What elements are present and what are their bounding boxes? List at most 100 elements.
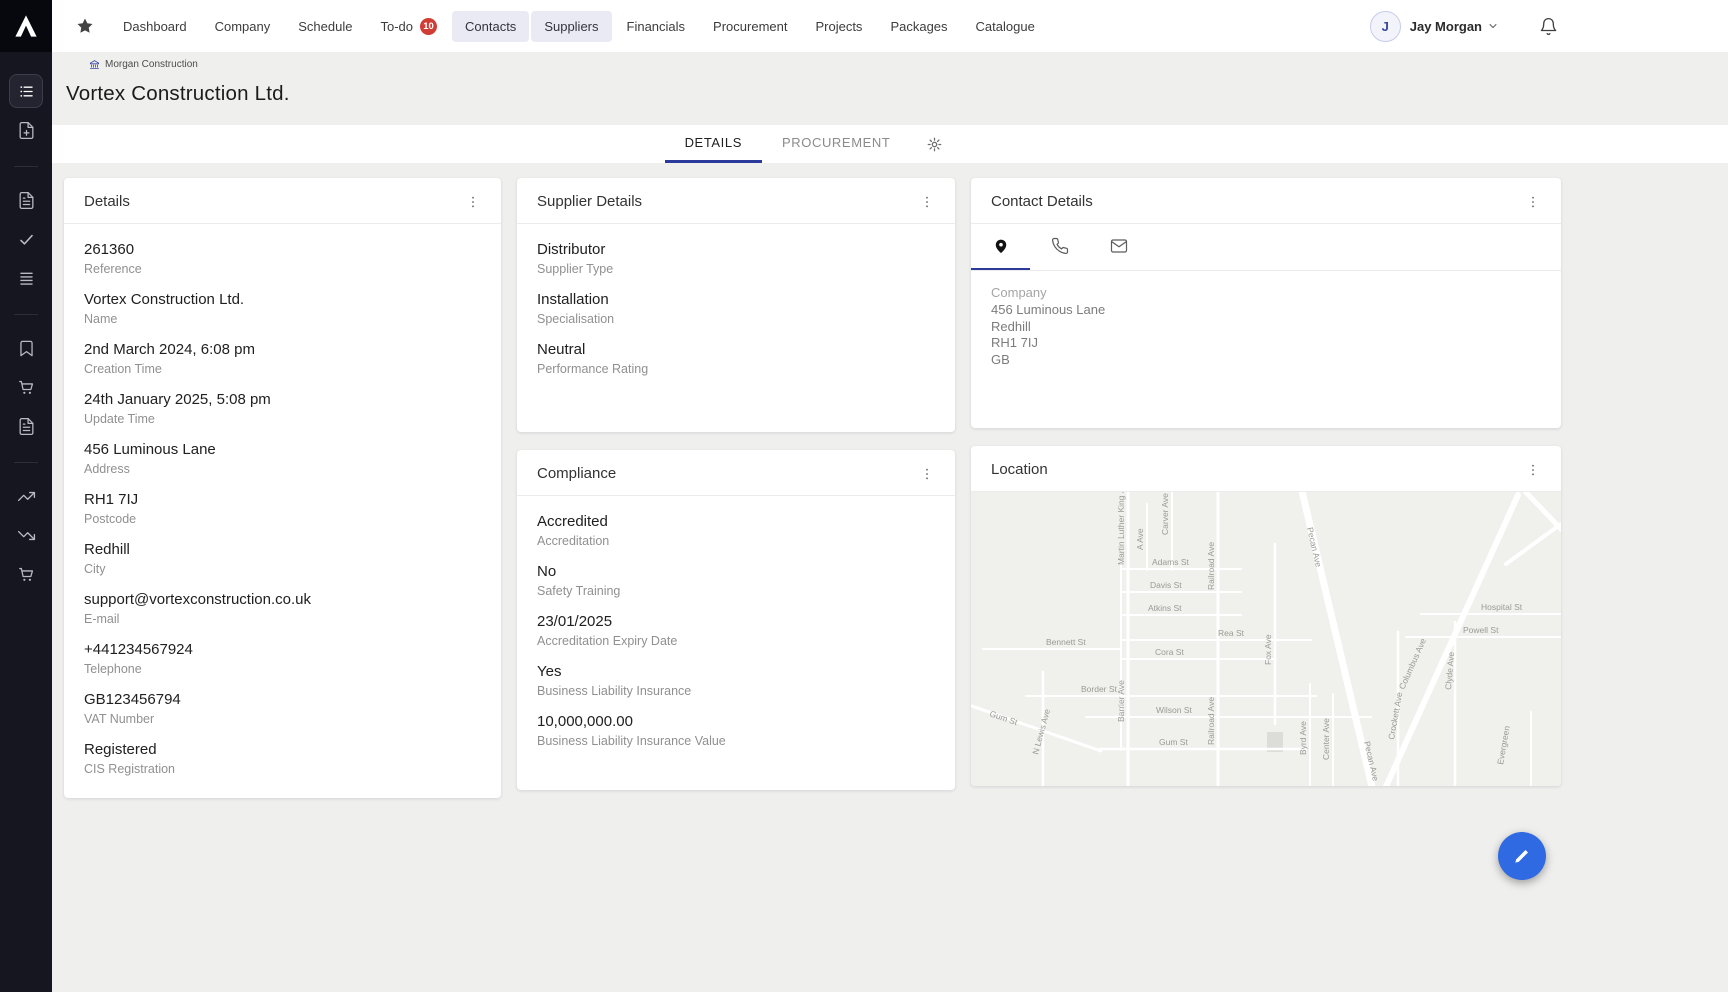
field-label: City: [84, 562, 481, 577]
nav-item-catalogue[interactable]: Catalogue: [963, 11, 1048, 42]
page-title: Vortex Construction Ltd.: [66, 82, 1728, 106]
sidebar-item-list[interactable]: [9, 74, 43, 108]
sidebar-item-trend-up[interactable]: [9, 479, 43, 513]
svg-text:Columbus Ave: Columbus Ave: [1397, 637, 1428, 691]
field-value: 10,000,000.00: [537, 712, 935, 731]
sidebar-item-check[interactable]: [9, 222, 43, 256]
svg-text:Adams St: Adams St: [1152, 557, 1189, 567]
field-accreditation: Accredited Accreditation: [537, 512, 935, 549]
contact-tab-location[interactable]: [971, 224, 1030, 270]
field-label: Reference: [84, 262, 481, 277]
contact-tab-mail[interactable]: [1089, 224, 1148, 270]
sidebar-item-document[interactable]: [9, 183, 43, 217]
svg-text:Fox Ave: Fox Ave: [1263, 634, 1273, 665]
supplier-fields: DistributorSupplier TypeInstallationSpec…: [517, 224, 955, 398]
bookmark-icon: [17, 339, 36, 358]
field-update-time: 24th January 2025, 5:08 pmUpdate Time: [84, 390, 481, 427]
app-logo[interactable]: [0, 0, 52, 52]
trend-down-icon: [17, 526, 36, 545]
card-title: Contact Details: [991, 193, 1093, 210]
nav-item-contacts[interactable]: Contacts: [452, 11, 529, 42]
nav-item-company[interactable]: Company: [202, 11, 284, 42]
user-name[interactable]: Jay Morgan: [1410, 19, 1482, 34]
kebab-menu-icon[interactable]: [911, 466, 943, 482]
sidebar-item-cart[interactable]: [9, 557, 43, 591]
breadcrumb[interactable]: Morgan Construction: [52, 52, 198, 70]
field-value: Registered: [84, 740, 481, 759]
svg-text:A Ave: A Ave: [1135, 528, 1145, 550]
field-label: Creation Time: [84, 362, 481, 377]
details-card: Details 261360ReferenceVortex Constructi…: [64, 178, 501, 798]
svg-text:Powell St: Powell St: [1463, 625, 1499, 635]
field-label: Accreditation Expiry Date: [537, 634, 935, 649]
sidebar-item-file-plus[interactable]: [9, 113, 43, 147]
kebab-menu-icon[interactable]: [911, 194, 943, 210]
sidebar-item-cart[interactable]: [9, 370, 43, 404]
field-label: E-mail: [84, 612, 481, 627]
cart-icon: [17, 378, 36, 397]
document-icon: [17, 417, 36, 436]
details-fields: 261360ReferenceVortex Construction Ltd.N…: [64, 224, 501, 798]
main-nav: Dashboard CompanyScheduleTo-do10 Contacts S…: [110, 10, 1048, 43]
sidebar-item-document[interactable]: [9, 409, 43, 443]
field-label: Telephone: [84, 662, 481, 677]
notifications-bell-icon[interactable]: [1539, 17, 1558, 36]
field-label: Supplier Type: [537, 262, 935, 277]
contact-address: Company 456 Luminous LaneRedhillRH1 7IJG…: [971, 271, 1561, 382]
map[interactable]: Pecan AvePecan AveColumbus AveRailroad A…: [971, 492, 1561, 786]
tab-settings-gear-icon[interactable]: [910, 125, 959, 163]
field-label: Performance Rating: [537, 362, 935, 377]
svg-text:Carver Ave: Carver Ave: [1160, 493, 1170, 535]
nav-item-label: Dashboard: [123, 19, 187, 34]
nav-item-packages[interactable]: Packages: [877, 11, 960, 42]
field-value: 456 Luminous Lane: [84, 440, 481, 459]
nav-item-financials[interactable]: Financials: [614, 11, 699, 42]
contact-heading: Company: [991, 285, 1541, 300]
file-plus-icon: [17, 121, 36, 140]
svg-text:Railroad Ave: Railroad Ave: [1206, 697, 1216, 745]
nav-item-to-do[interactable]: To-do10: [367, 10, 450, 43]
svg-text:Border St: Border St: [1081, 684, 1118, 694]
field-label: Specialisation: [537, 312, 935, 327]
nav-item-dashboard[interactable]: Dashboard: [110, 11, 200, 42]
field-name: Vortex Construction Ltd.Name: [84, 290, 481, 327]
kebab-menu-icon[interactable]: [457, 194, 489, 210]
sidebar-item-bookmark[interactable]: [9, 331, 43, 365]
nav-item-procurement[interactable]: Procurement: [700, 11, 800, 42]
field-postcode: RH1 7IJPostcode: [84, 490, 481, 527]
map-canvas[interactable]: Pecan AvePecan AveColumbus AveRailroad A…: [971, 492, 1561, 786]
field-value: 23/01/2025: [537, 612, 935, 631]
contact-tab-phone[interactable]: [1030, 224, 1089, 270]
field-label: Name: [84, 312, 481, 327]
nav-item-suppliers[interactable]: Suppliers: [531, 11, 611, 42]
nav-item-schedule[interactable]: Schedule: [285, 11, 365, 42]
field-cis-registration: RegisteredCIS Registration: [84, 740, 481, 777]
tab-details[interactable]: DETAILS: [665, 125, 762, 163]
tab-procurement[interactable]: PROCUREMENT: [762, 125, 910, 163]
card-title: Location: [991, 461, 1048, 478]
card-title: Supplier Details: [537, 193, 642, 210]
avatar-initial: J: [1382, 19, 1389, 34]
edit-fab[interactable]: [1498, 832, 1546, 880]
nav-item-label: Contacts: [465, 19, 516, 34]
mail-icon: [1110, 237, 1128, 255]
svg-text:Byrd Ave: Byrd Ave: [1298, 721, 1308, 755]
field-label: Postcode: [84, 512, 481, 527]
sidebar-divider: [14, 462, 38, 463]
favorites-star-icon[interactable]: [76, 17, 94, 35]
kebab-menu-icon[interactable]: [1517, 462, 1549, 478]
user-area: J Jay Morgan: [1370, 11, 1558, 42]
kebab-menu-icon[interactable]: [1517, 194, 1549, 210]
card-title: Details: [84, 193, 130, 210]
nav-item-label: Packages: [890, 19, 947, 34]
sidebar-item-rows[interactable]: [9, 261, 43, 295]
sidebar-item-trend-down[interactable]: [9, 518, 43, 552]
field-value: support@vortexconstruction.co.uk: [84, 590, 481, 609]
avatar[interactable]: J: [1370, 11, 1401, 42]
field-label: Accreditation: [537, 534, 935, 549]
nav-item-projects[interactable]: Projects: [802, 11, 875, 42]
chevron-down-icon[interactable]: [1487, 20, 1499, 32]
contact-address-line: RH1 7IJ: [991, 335, 1541, 352]
field-value: Accredited: [537, 512, 935, 531]
contact-lines: 456 Luminous LaneRedhillRH1 7IJGB: [991, 302, 1541, 368]
